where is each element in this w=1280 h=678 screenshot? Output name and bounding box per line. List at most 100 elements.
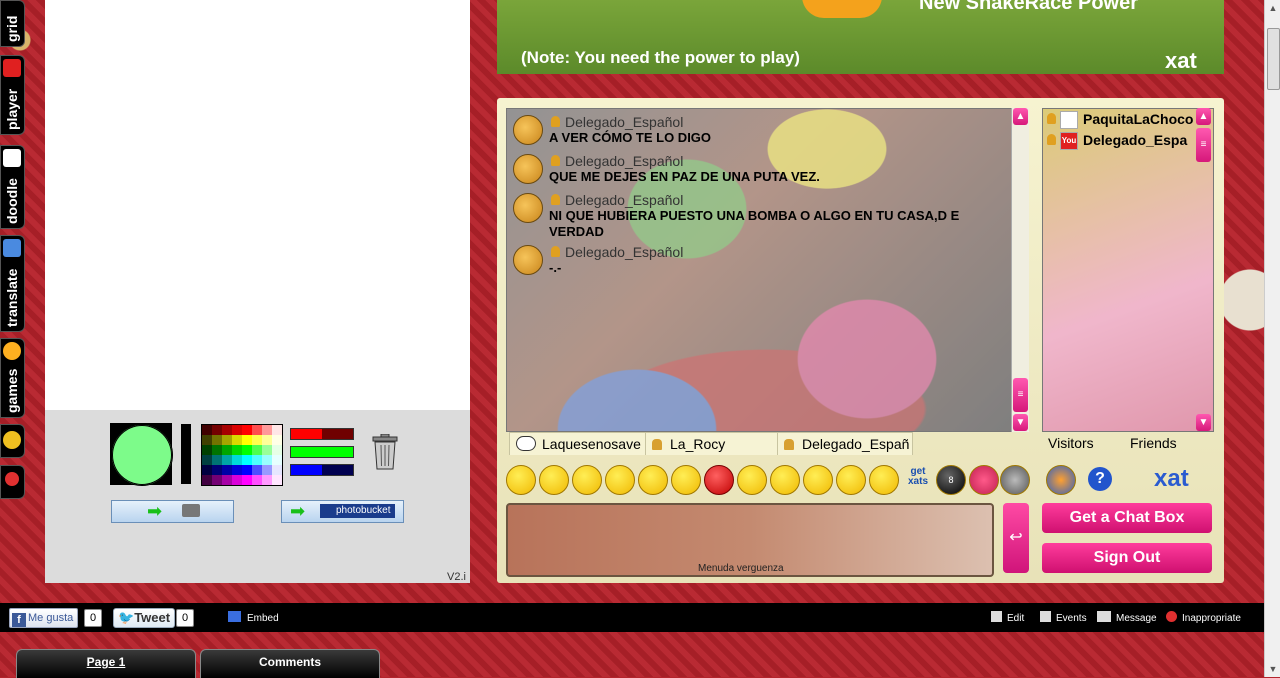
palette-swatch[interactable] (232, 445, 242, 455)
palette-swatch[interactable] (262, 475, 272, 485)
palette-swatch[interactable] (202, 475, 212, 485)
send-to-photobucket-button[interactable]: ➡ photobucket (281, 500, 404, 523)
app-tab-translate[interactable]: translate (0, 235, 25, 332)
scroll-up-icon[interactable]: ▲ (1013, 108, 1028, 125)
palette-swatch[interactable] (252, 455, 262, 465)
green-slider[interactable] (290, 446, 354, 458)
group-icon[interactable] (1046, 465, 1076, 495)
app-tab-grid[interactable]: grid (0, 0, 25, 47)
message-username[interactable]: Delegado_Español (551, 114, 683, 130)
tab-main-chat[interactable]: Laquesenosave (509, 432, 651, 455)
user-list-item[interactable]: You Delegado_Espa (1047, 132, 1187, 151)
message-input-box[interactable]: Menuda verguenza (506, 503, 994, 577)
scroll-down-icon[interactable]: ▼ (1196, 414, 1211, 431)
palette-swatch[interactable] (262, 465, 272, 475)
message-link[interactable]: Message (1097, 611, 1157, 624)
palette-swatch[interactable] (232, 455, 242, 465)
avatar[interactable] (513, 245, 543, 275)
palette-swatch[interactable] (202, 435, 212, 445)
xat-logo[interactable]: xat (1154, 465, 1189, 493)
wink-icon[interactable] (572, 465, 602, 495)
tab-visitors[interactable]: Visitors (1048, 435, 1094, 451)
palette-swatch[interactable] (242, 425, 252, 435)
window-scrollbar[interactable]: ▲ ▼ (1264, 0, 1280, 677)
scroll-up-icon[interactable]: ▲ (1196, 108, 1211, 125)
get-xats-button[interactable]: get xats (903, 467, 933, 487)
send-button[interactable]: ↩ (1003, 503, 1029, 573)
mad-icon[interactable] (704, 465, 734, 495)
inappropriate-link[interactable]: Inappropriate (1166, 611, 1241, 624)
palette-swatch[interactable] (272, 445, 282, 455)
tab-page-1[interactable]: Page 1 (16, 649, 196, 678)
sound-off-icon[interactable] (1000, 465, 1030, 495)
redface-icon[interactable] (770, 465, 800, 495)
app-tab-games[interactable]: games (0, 338, 25, 418)
palette-swatch[interactable] (272, 435, 282, 445)
scroll-up-icon[interactable]: ▲ (1265, 0, 1280, 16)
tab-comments[interactable]: Comments (200, 649, 380, 678)
sign-out-button[interactable]: Sign Out (1042, 543, 1212, 573)
love-smiley-icon[interactable] (969, 465, 999, 495)
color-palette[interactable] (201, 424, 283, 486)
palette-swatch[interactable] (252, 445, 262, 455)
edit-link[interactable]: Edit (991, 611, 1024, 624)
palette-swatch[interactable] (222, 475, 232, 485)
confused-icon[interactable] (737, 465, 767, 495)
message-input[interactable] (514, 511, 818, 533)
avatar[interactable] (513, 154, 543, 184)
palette-swatch[interactable] (252, 435, 262, 445)
scroll-down-icon[interactable]: ▼ (1013, 414, 1028, 431)
doodle-canvas[interactable] (45, 0, 470, 410)
app-tab-doodle[interactable]: doodle (0, 145, 25, 229)
scroll-down-icon[interactable]: ▼ (1265, 661, 1280, 677)
app-tab-player[interactable]: player (0, 55, 25, 135)
tweet-button[interactable]: 🐦Tweet (113, 608, 176, 628)
palette-swatch[interactable] (222, 435, 232, 445)
palette-swatch[interactable] (272, 455, 282, 465)
palette-swatch[interactable] (232, 475, 242, 485)
brush-size-bar[interactable] (181, 424, 191, 484)
tongue-icon[interactable] (638, 465, 668, 495)
palette-swatch[interactable] (232, 435, 242, 445)
biggrin-icon[interactable] (539, 465, 569, 495)
eek-icon[interactable] (605, 465, 635, 495)
facebook-like-button[interactable]: f Me gusta (9, 608, 79, 628)
palette-swatch[interactable] (202, 425, 212, 435)
send-to-computer-button[interactable]: ➡ (111, 500, 234, 523)
palette-swatch[interactable] (212, 435, 222, 445)
palette-swatch[interactable] (212, 445, 222, 455)
scroll-thumb[interactable] (1267, 28, 1280, 90)
message-username[interactable]: Delegado_Español (551, 153, 683, 169)
palette-swatch[interactable] (202, 445, 212, 455)
palette-swatch[interactable] (262, 455, 272, 465)
palette-swatch[interactable] (202, 455, 212, 465)
palette-swatch[interactable] (212, 475, 222, 485)
palette-swatch[interactable] (242, 475, 252, 485)
message-username[interactable]: Delegado_Español (551, 192, 683, 208)
palette-swatch[interactable] (222, 425, 232, 435)
palette-swatch[interactable] (202, 465, 212, 475)
smile-icon[interactable] (506, 465, 536, 495)
avatar[interactable] (513, 115, 543, 145)
message-username[interactable]: Delegado_Español (551, 244, 683, 260)
app-tab-smilies[interactable] (0, 424, 25, 458)
tab-private-chat[interactable]: La_Rocy (645, 432, 779, 455)
calm-icon[interactable] (869, 465, 899, 495)
tab-private-chat[interactable]: Delegado_Españ (777, 432, 913, 455)
palette-swatch[interactable] (242, 445, 252, 455)
palette-swatch[interactable] (252, 465, 262, 475)
events-link[interactable]: Events (1040, 611, 1087, 624)
palette-swatch[interactable] (212, 465, 222, 475)
palette-swatch[interactable] (262, 425, 272, 435)
trash-icon[interactable] (370, 434, 400, 470)
palette-swatch[interactable] (242, 455, 252, 465)
user-list-item[interactable]: PaquitaLaChoco (1047, 111, 1193, 130)
eightball-icon[interactable]: 8 (936, 465, 966, 495)
app-tab-close[interactable] (0, 465, 25, 499)
palette-swatch[interactable] (232, 425, 242, 435)
promo-banner[interactable]: New SnakeRace Power (Note: You need the … (497, 0, 1224, 74)
help-icon[interactable]: ? (1088, 467, 1112, 491)
tab-friends[interactable]: Friends (1130, 435, 1177, 451)
palette-swatch[interactable] (262, 435, 272, 445)
blue-slider[interactable] (290, 464, 354, 476)
